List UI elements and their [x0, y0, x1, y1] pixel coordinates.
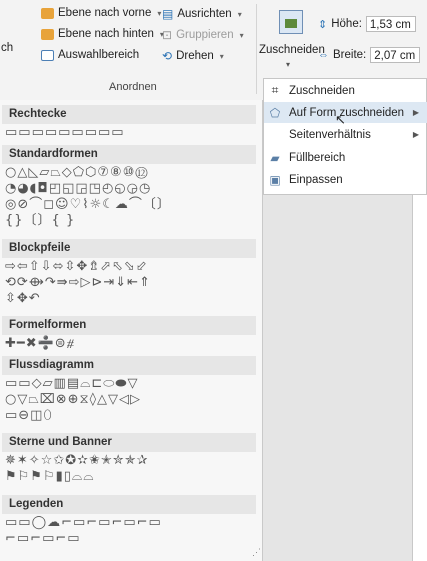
crop-icon-picture	[285, 19, 297, 28]
width-icon: ⇔	[318, 49, 329, 61]
shape-row[interactable]: ○△◺▱⏢◇⬠⬡⑦⑧⑩⑫	[5, 165, 149, 181]
height-field: ⇕ Höhe: 1,53 cm	[318, 16, 416, 32]
section-blockpfeile: Blockpfeile	[2, 239, 256, 258]
shape-row[interactable]: ✵✶✧☆✩✪✫✬✭✮✯✰	[5, 453, 148, 469]
align-button[interactable]: ▤ Ausrichten ▾	[162, 7, 242, 21]
shape-row[interactable]: ▭▭◇▱▥▤⌓⊏⬭⬬▽	[5, 376, 139, 392]
shape-row[interactable]: ◔◕◖◘◰◱◲◳◴◵◶◷	[5, 181, 151, 197]
shape-row[interactable]: ⚑⚐⚑⚐▮▯⌓⌓	[5, 469, 95, 485]
section-legenden: Legenden	[2, 495, 256, 514]
send-backward-icon	[41, 28, 54, 40]
crop-menu: ⌗ Zuschneiden ⬠ Auf Form zuschneiden ▶ S…	[263, 78, 427, 195]
width-label: Breite:	[333, 49, 367, 61]
bring-forward-icon	[41, 7, 54, 19]
chevron-down-icon: ▾	[286, 60, 291, 69]
send-backward-button[interactable]: Ebene nach hinten ▾	[41, 28, 164, 40]
group-divider	[256, 4, 257, 94]
menu-item-label-text: Zuschneiden	[289, 84, 355, 97]
chevron-down-icon: ▾	[237, 9, 242, 19]
section-standardformen: Standardformen	[2, 145, 256, 164]
fit-icon: ▣	[269, 172, 281, 187]
menu-item-label: Füllbereich	[289, 151, 346, 164]
menu-item-fuellbereich[interactable]: ▰ Füllbereich	[264, 147, 427, 168]
width-input[interactable]: 2,07 cm	[370, 47, 421, 63]
shape-row[interactable]: ⇳✥↶	[5, 291, 41, 307]
menu-item-zuschneiden[interactable]: ⌗ Zuschneiden	[264, 80, 427, 101]
fill-icon: ▰	[270, 150, 280, 165]
shape-row[interactable]: ◎⊘⌒◻☺♡⌇☼☾☁⌒〔〕	[5, 197, 171, 213]
submenu-arrow-icon: ▶	[412, 108, 419, 117]
chevron-down-icon: ▾	[219, 51, 224, 61]
group-label: Gruppieren	[176, 29, 234, 41]
arrange-group-label: Anordnen	[109, 81, 157, 93]
shape-row[interactable]: ▭⊖◫⬯	[5, 408, 53, 424]
selection-pane-label: Auswahlbereich	[58, 49, 140, 61]
bring-forward-label: Ebene nach vorne	[58, 7, 152, 19]
section-flussdiagramm: Flussdiagramm	[2, 356, 256, 375]
crop-icon: ⌗	[271, 83, 279, 97]
group-button[interactable]: ⊡ Gruppieren ▾	[162, 28, 244, 42]
document-page-edge	[412, 195, 427, 561]
document-background	[263, 195, 427, 561]
rotate-label: Drehen	[176, 50, 214, 62]
chevron-down-icon: ▾	[157, 8, 162, 18]
crop-button-label: Zuschneiden	[259, 44, 325, 56]
shape-row[interactable]: ⇨⇦⇧⇩⬄⇳✥⇯⬀⬁⬂⬃	[5, 259, 148, 275]
crop-to-shape-icon: ⬠	[269, 105, 281, 120]
menu-item-label: Auf Form zuschneiden	[289, 106, 405, 119]
send-backward-label: Ebene nach hinten	[58, 28, 154, 40]
section-formelformen: Formelformen	[2, 316, 256, 335]
crop-icon	[279, 10, 303, 34]
shape-row[interactable]: {}〔〕{ }	[5, 213, 75, 229]
shape-row[interactable]: ▭▭▭▭▭▭▭▭▭	[5, 125, 125, 141]
submenu-arrow-icon: ▶	[412, 130, 419, 139]
section-rechtecke: Rechtecke	[2, 105, 256, 124]
group-icon: ⊡	[162, 28, 173, 42]
selection-pane-icon	[41, 49, 54, 61]
crop-button[interactable]: Zuschneiden ▾	[258, 4, 325, 76]
shape-row[interactable]: ✚━✖➗⊜⧣	[5, 336, 75, 352]
rotate-button[interactable]: ⟲ Drehen ▾	[162, 49, 224, 63]
menu-item-label: Zuschneiden	[289, 85, 355, 97]
rotate-icon: ⟲	[162, 49, 173, 63]
mouse-cursor-icon: ↖	[335, 112, 346, 127]
height-input[interactable]: 1,53 cm	[365, 16, 416, 32]
section-sterne-und-banner: Sterne und Banner	[2, 433, 256, 452]
width-field: ⇔ Breite: 2,07 cm	[318, 47, 421, 63]
shape-gallery: Rechtecke ▭▭▭▭▭▭▭▭▭ Standardformen ○△◺▱⏢…	[0, 100, 263, 561]
shape-row[interactable]: ⟲⟳⟴↷⇛⇨▷⊳⇥⇓⇤⇑	[5, 275, 151, 291]
resize-grip-icon[interactable]: ⋰	[252, 547, 261, 558]
menu-item-einpassen[interactable]: ▣ Einpassen	[264, 169, 427, 190]
chevron-down-icon: ▾	[239, 30, 244, 40]
height-icon: ⇕	[318, 18, 328, 31]
menu-item-label: Einpassen	[289, 173, 343, 186]
shape-row[interactable]: ⌐▭⌐▭⌐▭	[5, 531, 81, 547]
selection-pane-button[interactable]: Auswahlbereich	[41, 49, 139, 61]
ribbon-cut-label: ch	[1, 42, 14, 54]
bring-forward-button[interactable]: Ebene nach vorne ▾	[41, 7, 161, 19]
align-icon: ▤	[162, 7, 174, 21]
menu-item-label: Seitenverhältnis	[289, 128, 371, 141]
shape-row[interactable]: ○▽⏢⌧⊗⊕⧖◊△▽◁▷	[5, 392, 141, 408]
align-label: Ausrichten	[177, 8, 232, 20]
height-label: Höhe:	[331, 18, 362, 30]
shape-row[interactable]: ▭▭◯☁⌐▭⌐▭⌐▭⌐▭	[5, 515, 162, 531]
